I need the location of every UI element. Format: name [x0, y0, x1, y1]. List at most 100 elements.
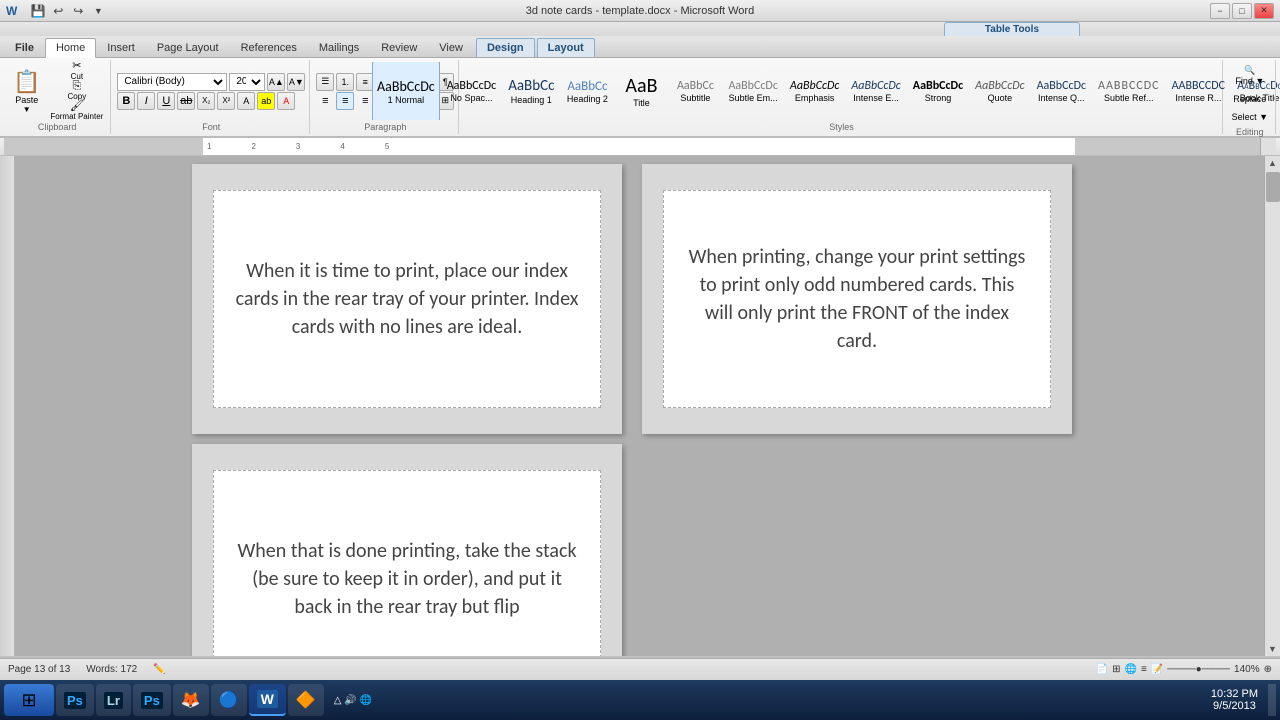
tab-design[interactable]: Design	[476, 38, 535, 57]
taskbar-chrome[interactable]: 🔵	[211, 684, 247, 716]
view-draft-btn[interactable]: 📝	[1151, 664, 1163, 675]
taskbar-vlc[interactable]: 🔶	[288, 684, 324, 716]
italic-btn[interactable]: I	[137, 92, 155, 110]
page-status: Page 13 of 13	[8, 664, 70, 675]
title-bar-controls: − □ ✕	[1210, 3, 1274, 19]
scroll-thumb[interactable]	[1266, 172, 1280, 202]
zoom-slider[interactable]: ────●────	[1167, 664, 1230, 675]
style-emphasis-btn[interactable]: AaBbCcDc Emphasis	[785, 62, 844, 120]
table-tools-label: Table Tools	[944, 22, 1080, 36]
taskbar-adobe-ps[interactable]: Ps	[56, 684, 94, 716]
style-subtleref-btn[interactable]: AaBbCcDc Subtle Ref...	[1093, 62, 1165, 120]
style-quote-btn[interactable]: AaBbCcDc Quote	[970, 62, 1029, 120]
paste-btn[interactable]: 📋 Paste ▼	[8, 66, 45, 117]
title-bar-left: W 💾 ↩ ↪ ▼	[6, 2, 111, 20]
strikethrough-btn[interactable]: ab	[177, 92, 195, 110]
card-text-3: When that is done printing, take the sta…	[234, 537, 580, 621]
word-icon: W	[257, 690, 278, 708]
taskbar-firefox[interactable]: 🦊	[173, 684, 209, 716]
undo-quick-btn[interactable]: ↩	[49, 2, 67, 20]
cut-btn[interactable]: ✂ Cut	[47, 62, 106, 80]
find-btn[interactable]: 🔍 Find ▼	[1229, 62, 1271, 89]
style-subtitle-btn[interactable]: AaBbCc Subtitle	[669, 62, 721, 120]
empty-page-area	[642, 444, 1072, 656]
style-h2-btn[interactable]: AaBbCc Heading 2	[561, 62, 613, 120]
copy-btn[interactable]: ⎘ Copy	[47, 82, 106, 100]
view-web-btn[interactable]: 🌐	[1125, 664, 1137, 675]
close-btn[interactable]: ✕	[1254, 3, 1274, 19]
format-painter-btn[interactable]: 🖌 Format Painter	[47, 102, 106, 120]
style-h1-btn[interactable]: AaBbCc Heading 1	[503, 62, 559, 120]
style-intenseref-btn[interactable]: AaBbCcDc Intense R...	[1167, 62, 1231, 120]
style-subtleemph-btn[interactable]: AaBbCcDc Subtle Em...	[723, 62, 782, 120]
card-inner-3[interactable]: When that is done printing, take the sta…	[213, 470, 601, 656]
font-name-select[interactable]: Calibri (Body)	[117, 73, 227, 91]
card-inner-2[interactable]: When printing, change your print setting…	[663, 190, 1051, 408]
font-color-btn[interactable]: A	[277, 92, 295, 110]
scroll-down-btn[interactable]: ▼	[1268, 644, 1277, 654]
qa-dropdown-btn[interactable]: ▼	[89, 2, 107, 20]
subscript-btn[interactable]: X₂	[197, 92, 215, 110]
start-button[interactable]: ⊞	[4, 684, 54, 716]
style-intenseq-preview: AaBbCcDc	[1037, 79, 1086, 93]
style-intenseemph-btn[interactable]: AaBbCcDc Intense E...	[846, 62, 905, 120]
style-nospace-btn[interactable]: AaBbCcDc No Spac...	[442, 62, 501, 120]
numbering-btn[interactable]: 1.	[336, 73, 354, 91]
font-size-select[interactable]: 20	[229, 73, 265, 91]
style-strong-btn[interactable]: AaBbCcDc Strong	[908, 62, 968, 120]
view-print-btn[interactable]: 📄	[1096, 664, 1108, 675]
style-title-btn[interactable]: AaB Title	[615, 62, 667, 120]
superscript-btn[interactable]: X²	[217, 92, 235, 110]
taskbar: ⊞ Ps Lr Ps 🦊 🔵 W 🔶 △ 🔊 🌐 10:32 PM 9/5/20…	[0, 680, 1280, 720]
increase-font-btn[interactable]: A▲	[267, 73, 285, 91]
styles-content: AaBbCcDc 1 Normal AaBbCcDc No Spac... Aa…	[372, 62, 1280, 120]
taskbar-lr[interactable]: Lr	[96, 684, 131, 716]
align-center-btn[interactable]: ≡	[336, 92, 354, 110]
tab-home[interactable]: Home	[45, 38, 96, 58]
bold-btn[interactable]: B	[117, 92, 135, 110]
style-normal-btn[interactable]: AaBbCcDc 1 Normal	[372, 62, 440, 120]
font-controls: Calibri (Body) 20 A▲ A▼ B I U ab X₂ X² A	[117, 73, 305, 110]
tab-view[interactable]: View	[428, 38, 474, 57]
card-inner-1[interactable]: When it is time to print, place our inde…	[213, 190, 601, 408]
text-effects-btn[interactable]: A	[237, 92, 255, 110]
underline-btn[interactable]: U	[157, 92, 175, 110]
status-bar: Page 13 of 13 Words: 172 ✏️ 📄 ⊞ 🌐 ≡ 📝 ──…	[0, 658, 1280, 680]
highlight-btn[interactable]: ab	[257, 92, 275, 110]
style-nospace-preview: AaBbCcDc	[447, 79, 496, 93]
taskbar-photoshop[interactable]: Ps	[133, 684, 171, 716]
chrome-icon: 🔵	[219, 690, 239, 710]
words-status: Words: 172	[86, 664, 137, 675]
align-left-btn[interactable]: ≡	[316, 92, 334, 110]
editing-btns: 🔍 Find ▼ Replace Select ▼	[1229, 62, 1271, 125]
minimize-btn[interactable]: −	[1210, 3, 1230, 19]
view-outline-btn[interactable]: ≡	[1141, 664, 1147, 675]
tab-review[interactable]: Review	[370, 38, 428, 57]
vertical-scrollbar[interactable]: ▲ ▼	[1264, 156, 1280, 656]
restore-btn[interactable]: □	[1232, 3, 1252, 19]
ruler-mark-4: 4	[340, 142, 344, 151]
tab-layout[interactable]: Layout	[537, 38, 595, 57]
view-fullscreen-btn[interactable]: ⊞	[1112, 664, 1120, 675]
zoom-in-btn[interactable]: ⊕	[1264, 664, 1272, 675]
tab-file[interactable]: File	[4, 38, 45, 57]
taskbar-word[interactable]: W	[249, 684, 286, 716]
bullets-btn[interactable]: ☰	[316, 73, 334, 91]
decrease-font-btn[interactable]: A▼	[287, 73, 305, 91]
style-subtleemph-label: Subtle Em...	[729, 93, 778, 103]
style-intenseq-btn[interactable]: AaBbCcDc Intense Q...	[1032, 62, 1091, 120]
replace-btn[interactable]: Replace	[1229, 91, 1271, 107]
tab-insert[interactable]: Insert	[96, 38, 146, 57]
title-bar-title: 3d note cards - template.docx - Microsof…	[0, 5, 1280, 17]
clipboard-label: Clipboard	[38, 120, 77, 132]
card-text-2: When printing, change your print setting…	[684, 243, 1030, 355]
select-btn[interactable]: Select ▼	[1229, 109, 1271, 125]
tab-page-layout[interactable]: Page Layout	[146, 38, 230, 57]
show-desktop-btn[interactable]	[1268, 684, 1276, 716]
save-quick-btn[interactable]: 💾	[29, 2, 47, 20]
tab-references[interactable]: References	[230, 38, 308, 57]
scroll-up-btn[interactable]: ▲	[1268, 158, 1277, 168]
redo-quick-btn[interactable]: ↪	[69, 2, 87, 20]
style-normal-preview: AaBbCcDc	[377, 78, 435, 95]
tab-mailings[interactable]: Mailings	[308, 38, 370, 57]
